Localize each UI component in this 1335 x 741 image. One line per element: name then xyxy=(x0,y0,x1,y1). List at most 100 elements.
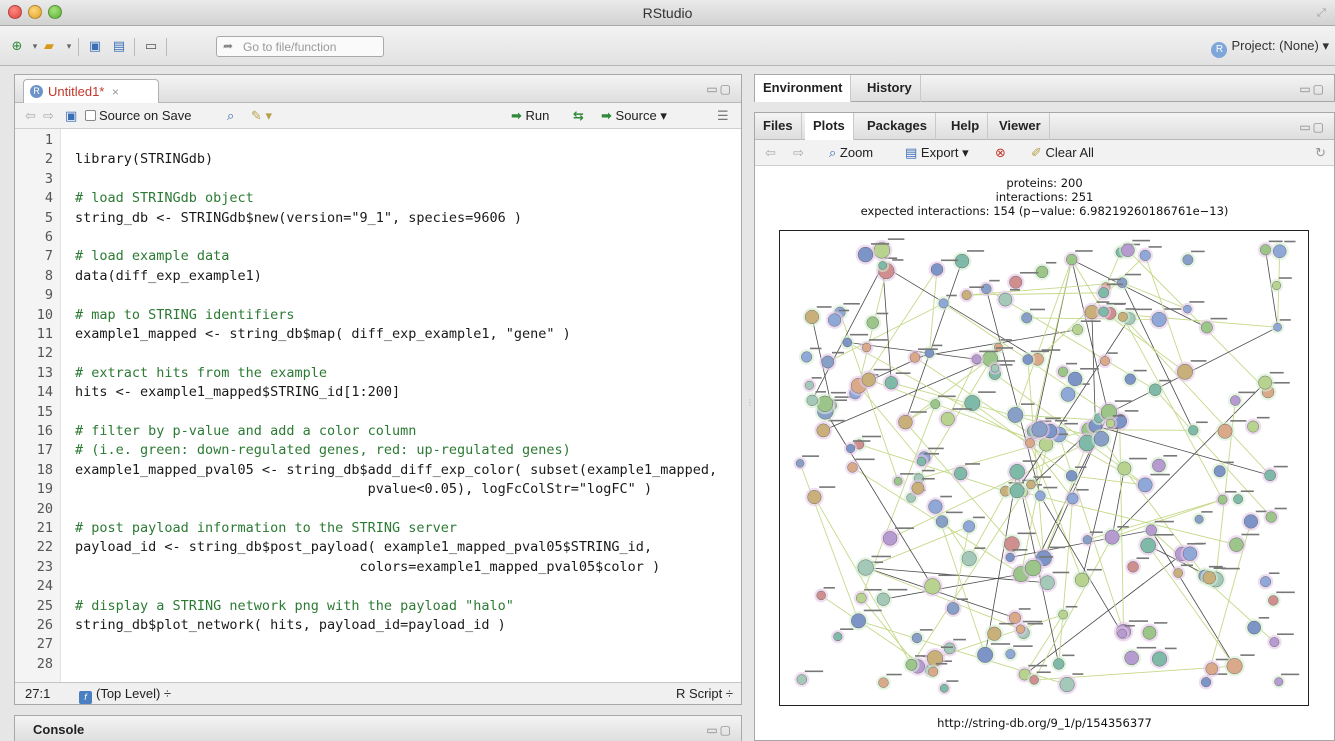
line-number: 14 xyxy=(36,384,53,401)
node-label xyxy=(1039,556,1054,558)
code-comment: # map to STRING identifiers xyxy=(75,306,295,323)
document-outline-icon[interactable]: ☰ xyxy=(717,108,729,124)
project-label: Project: (None) xyxy=(1231,38,1319,53)
go-to-file-input[interactable]: ➦ Go to file/function xyxy=(216,36,384,57)
code-line[interactable]: 16 # filter by p-value and add a color co… xyxy=(15,422,741,441)
node-label xyxy=(1022,460,1037,462)
console-pane-header[interactable]: Console ▭▢ xyxy=(14,715,742,741)
project-menu[interactable]: R Project: (None) ▾ xyxy=(1211,38,1329,58)
pane-splitter[interactable]: ⋮ xyxy=(746,398,754,412)
search-icon[interactable]: ⌕ xyxy=(227,108,234,124)
refresh-icon[interactable]: ↻ xyxy=(1315,145,1326,161)
node-label xyxy=(1049,546,1066,549)
r-project-icon: R xyxy=(1211,42,1228,58)
code-line[interactable]: 23 colors=example1_mapped_pval05$color ) xyxy=(15,558,741,577)
next-plot-icon[interactable]: ⇨ xyxy=(793,145,804,161)
new-file-icon[interactable]: ⊕ xyxy=(8,38,26,54)
source-on-save-checkbox[interactable]: Source on Save xyxy=(85,108,192,123)
code-line[interactable]: 7 # load example data xyxy=(15,247,741,266)
save-icon[interactable]: ▣ xyxy=(86,38,104,54)
pane-minimize-maximize-icon[interactable]: ▭▢ xyxy=(1299,82,1326,96)
code-line[interactable]: 5 string_db <- STRINGdb$new(version="9_1"… xyxy=(15,209,741,228)
network-edge xyxy=(1039,495,1123,634)
code-line[interactable]: 1 xyxy=(15,131,741,150)
save-icon[interactable]: ▣ xyxy=(65,108,77,124)
code-line[interactable]: 8 data(diff_exp_example1) xyxy=(15,267,741,286)
code-line[interactable]: 17 # (i.e. green: down-regulated genes, r… xyxy=(15,441,741,460)
code-line[interactable]: 22 payload_id <- string_db$post_payload( … xyxy=(15,538,741,557)
line-number: 19 xyxy=(36,481,53,498)
code-line[interactable]: 21 # post payload information to the STRI… xyxy=(15,519,741,538)
protein-node xyxy=(1117,628,1127,639)
code-line[interactable]: 19 pvalue<0.05), logFcColStr="logFC" ) xyxy=(15,480,741,499)
code-line[interactable]: 14 hits <- example1_mapped$STRING_id[1:20… xyxy=(15,383,741,402)
code-line[interactable]: 10 # map to STRING identifiers xyxy=(15,306,741,325)
code-line[interactable]: 13 # extract hits from the example xyxy=(15,364,741,383)
code-line[interactable]: 11 example1_mapped <- string_db$map( diff… xyxy=(15,325,741,344)
tab-viewer[interactable]: Viewer xyxy=(991,113,1050,140)
clear-all-button[interactable]: ✐ Clear All xyxy=(1031,145,1094,161)
export-button[interactable]: ▤ Export ▾ xyxy=(905,145,969,161)
protein-node xyxy=(804,380,814,390)
source-arrow-icon: ➡ xyxy=(601,108,612,123)
plot-header-line: interactions: 251 xyxy=(995,190,1094,204)
protein-node xyxy=(1082,535,1092,545)
code-line[interactable]: 18 example1_mapped_pval05 <- string_db$ad… xyxy=(15,461,741,480)
code-line[interactable]: 9 xyxy=(15,286,741,305)
code-area[interactable]: 1 2 library(STRINGdb) 3 4 # load STRINGdb obj… xyxy=(15,129,741,683)
protein-node xyxy=(804,309,819,324)
tab-help[interactable]: Help xyxy=(943,113,989,140)
run-button[interactable]: ➡ Run xyxy=(511,108,549,124)
open-file-icon[interactable]: ▰ xyxy=(40,38,58,54)
source-button[interactable]: ➡ Source ▾ xyxy=(601,108,667,124)
tab-files[interactable]: Files xyxy=(755,113,802,140)
protein-node xyxy=(1124,650,1139,666)
line-number: 2 xyxy=(44,151,53,168)
previous-plot-icon[interactable]: ⇦ xyxy=(765,145,776,161)
chevron-down-icon[interactable]: ▾ xyxy=(60,38,78,54)
tab-plots[interactable]: Plots xyxy=(805,113,854,140)
code-line[interactable]: 24 xyxy=(15,577,741,596)
code-line[interactable]: 4 # load STRINGdb object xyxy=(15,189,741,208)
magic-wand-icon[interactable]: ✎ ▾ xyxy=(251,108,272,124)
file-type-selector[interactable]: R Script ÷ xyxy=(676,686,733,701)
zoom-button[interactable]: ⌕ Zoom xyxy=(829,145,873,161)
tab-packages[interactable]: Packages xyxy=(859,113,936,140)
protein-node xyxy=(1093,431,1110,447)
back-arrow-icon[interactable]: ⇦ xyxy=(25,108,36,124)
code-line[interactable]: 2 library(STRINGdb) xyxy=(15,150,741,169)
code-line[interactable]: 15 xyxy=(15,403,741,422)
code-line[interactable]: 6 xyxy=(15,228,741,247)
rerun-icon[interactable]: ⇆ xyxy=(573,108,584,124)
code-line[interactable]: 26 string_db$plot_network( hits, payload_… xyxy=(15,616,741,635)
network-edge xyxy=(814,496,912,665)
tab-untitled1[interactable]: R Untitled1* × xyxy=(23,79,159,103)
pane-minimize-maximize-icon[interactable]: ▭▢ xyxy=(706,82,733,96)
pane-minimize-maximize-icon[interactable]: ▭▢ xyxy=(706,723,733,737)
pane-minimize-maximize-icon[interactable]: ▭▢ xyxy=(1299,120,1326,134)
editor-status-bar: 27:1 f (Top Level) ÷ R Script ÷ xyxy=(15,682,741,704)
node-label xyxy=(1000,339,1012,341)
protein-node xyxy=(1060,387,1076,402)
code-line[interactable]: 25 # display a STRING network png with th… xyxy=(15,597,741,616)
code-line[interactable]: 28 xyxy=(15,655,741,674)
tab-environment[interactable]: Environment xyxy=(755,75,852,102)
code-line[interactable]: 20 xyxy=(15,500,741,519)
print-icon[interactable]: ▭ xyxy=(142,38,160,54)
forward-arrow-icon[interactable]: ⇨ xyxy=(43,108,54,124)
code-line[interactable]: 12 xyxy=(15,344,741,363)
node-label xyxy=(1223,461,1234,464)
plot-header-line: expected interactions: 154 (p−value: 6.9… xyxy=(860,204,1229,218)
protein-node xyxy=(963,520,976,533)
tab-close-icon[interactable]: × xyxy=(112,85,119,99)
code-line[interactable]: 27 xyxy=(15,635,741,654)
tab-history[interactable]: History xyxy=(859,75,921,102)
fullscreen-icon[interactable]: ⤢ xyxy=(1317,7,1329,19)
remove-plot-icon[interactable]: ⊗ xyxy=(995,145,1006,161)
scope-selector[interactable]: f (Top Level) ÷ xyxy=(79,686,171,704)
protein-node xyxy=(971,354,982,365)
node-label xyxy=(1208,565,1223,568)
save-all-icon[interactable]: ▤ xyxy=(110,38,128,54)
node-label xyxy=(1065,605,1078,608)
code-line[interactable]: 3 xyxy=(15,170,741,189)
